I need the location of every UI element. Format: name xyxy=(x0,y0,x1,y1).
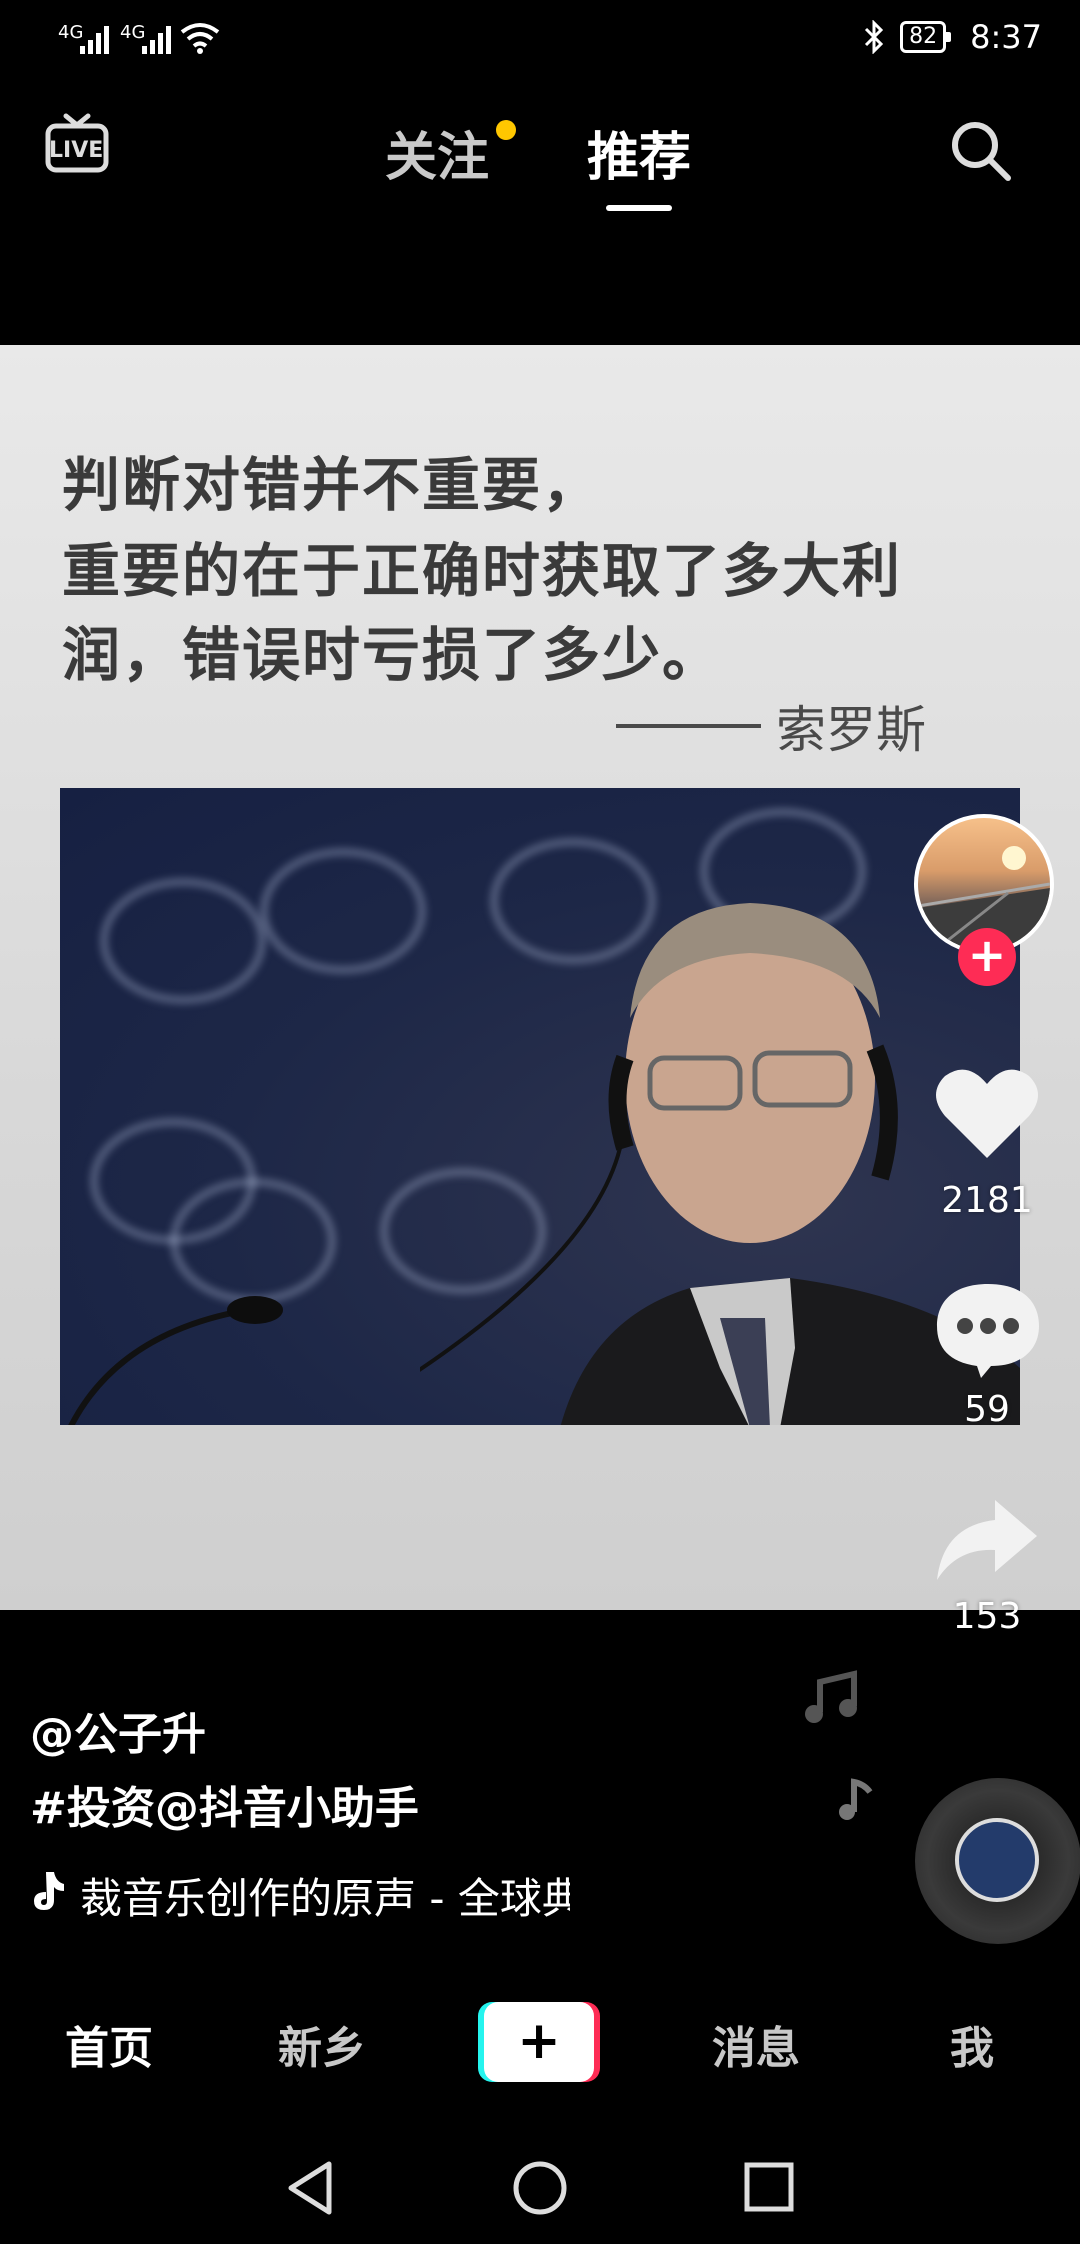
person-figure xyxy=(420,903,1020,1425)
home-icon[interactable] xyxy=(512,2160,568,2216)
microphone-figure xyxy=(68,1296,283,1425)
comment-count: 59 xyxy=(964,1389,1010,1430)
tab-recommend[interactable]: 推荐 xyxy=(587,115,691,190)
quote-line-1: 判断对错并不重要， xyxy=(62,451,603,519)
tiktok-note-icon xyxy=(34,1872,64,1910)
music-title[interactable]: 裁音乐创作的原声 - 全球典乱 xyxy=(80,1865,570,1926)
create-button[interactable]: + xyxy=(478,2002,600,2082)
live-button[interactable]: LIVE xyxy=(44,110,110,176)
comment-icon[interactable] xyxy=(935,1280,1041,1380)
signal-icon-2 xyxy=(142,26,171,54)
status-right: 82 8:37 xyxy=(862,18,1042,56)
back-icon[interactable] xyxy=(285,2160,335,2216)
post-caption[interactable]: #投资@抖音小助手 xyxy=(30,1772,419,1836)
search-icon[interactable] xyxy=(948,118,1014,184)
clock: 8:37 xyxy=(970,18,1042,56)
tab-city[interactable]: 新乡 xyxy=(278,2012,366,2076)
quote-author: 索罗斯 xyxy=(776,701,926,759)
share-icon[interactable] xyxy=(935,1498,1039,1582)
video-photo xyxy=(60,788,1020,1425)
creator-username[interactable]: @公子升 xyxy=(30,1698,206,1762)
quote-line-3: 润，错误时亏损了多少。 xyxy=(62,621,723,689)
music-note-small-icon xyxy=(839,1778,873,1820)
tab-follow[interactable]: 关注 xyxy=(385,115,489,190)
wifi-icon xyxy=(180,23,220,54)
quote-line-2: 重要的在于正确时获取了多大利 xyxy=(62,537,903,605)
signal-icon xyxy=(80,26,109,54)
live-label: LIVE xyxy=(49,138,104,163)
author-dash xyxy=(616,724,761,728)
music-note-icon xyxy=(805,1670,857,1723)
status-bar: 4G 4G 82 8:37 xyxy=(0,0,1080,80)
tab-me[interactable]: 我 xyxy=(950,2012,994,2076)
recents-icon[interactable] xyxy=(744,2162,794,2212)
bluetooth-icon xyxy=(865,20,884,54)
system-nav-bar xyxy=(0,2140,1080,2244)
battery-indicator: 82 xyxy=(900,21,952,53)
heart-icon[interactable] xyxy=(935,1066,1039,1160)
like-count: 2181 xyxy=(941,1180,1033,1221)
share-count: 153 xyxy=(952,1596,1022,1637)
tab-home[interactable]: 首页 xyxy=(65,2012,153,2076)
tab-messages[interactable]: 消息 xyxy=(712,2012,800,2076)
notification-dot xyxy=(496,120,516,140)
follow-plus-button[interactable]: + xyxy=(958,928,1016,986)
active-tab-indicator xyxy=(606,205,672,211)
create-button-label: + xyxy=(484,2002,594,2082)
music-disc-cover xyxy=(955,1818,1039,1902)
